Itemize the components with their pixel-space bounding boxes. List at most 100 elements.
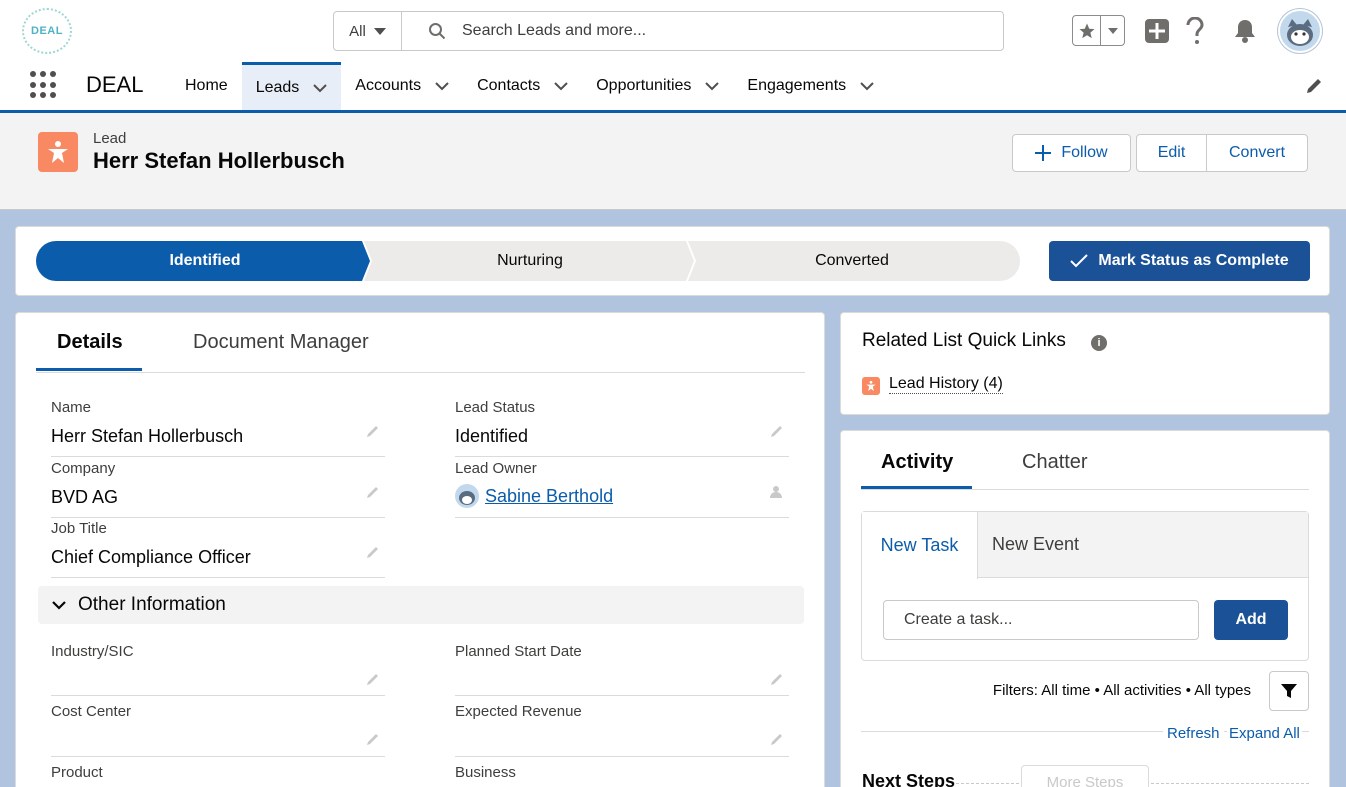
field-label: Cost Center bbox=[51, 703, 132, 720]
convert-button[interactable]: Convert bbox=[1206, 134, 1308, 172]
field-label: Business bbox=[455, 764, 516, 781]
field-business: Business bbox=[455, 764, 789, 787]
tab-new-event[interactable]: New Event bbox=[992, 534, 1079, 555]
field-company: Company BVD AG bbox=[51, 460, 385, 518]
record-title: Herr Stefan Hollerbusch bbox=[93, 148, 345, 173]
favorites-button[interactable] bbox=[1072, 15, 1125, 46]
add-task-button[interactable]: Add bbox=[1214, 600, 1288, 640]
help-icon[interactable] bbox=[1180, 15, 1210, 47]
nav-tab-home[interactable]: Home bbox=[171, 62, 242, 110]
lead-history-link[interactable]: Lead History (4) bbox=[889, 375, 1003, 394]
details-card: Details Document Manager Name Herr Stefa… bbox=[15, 312, 825, 787]
tab-document-manager[interactable]: Document Manager bbox=[193, 331, 369, 354]
edit-pencil-icon[interactable] bbox=[365, 671, 381, 687]
change-owner-icon[interactable] bbox=[769, 484, 785, 500]
user-avatar[interactable] bbox=[1278, 9, 1322, 53]
refresh-link[interactable]: Refresh bbox=[1163, 725, 1224, 742]
search-scope-dropdown[interactable]: All bbox=[334, 12, 402, 50]
activity-card: Activity Chatter New Task New Event Add … bbox=[840, 430, 1330, 787]
activity-composer: New Task New Event Add bbox=[861, 511, 1309, 661]
edit-pencil-icon[interactable] bbox=[769, 671, 785, 687]
nav-tab-leads[interactable]: Leads bbox=[241, 62, 342, 110]
edit-pencil-icon[interactable] bbox=[769, 731, 785, 747]
nav-tab-label: Contacts bbox=[477, 77, 541, 94]
status-path-card: Identified Nurturing Converted Mark Stat… bbox=[15, 226, 1330, 296]
chevron-down-icon[interactable] bbox=[313, 81, 327, 95]
tab-new-task[interactable]: New Task bbox=[862, 512, 978, 579]
notifications-bell-icon[interactable] bbox=[1230, 15, 1260, 47]
edit-pencil-icon[interactable] bbox=[365, 423, 381, 439]
tab-chatter[interactable]: Chatter bbox=[1022, 451, 1088, 474]
edit-pencil-icon[interactable] bbox=[365, 731, 381, 747]
lead-icon bbox=[38, 132, 78, 172]
chevron-down-icon[interactable] bbox=[705, 79, 720, 93]
field-label: Lead Status bbox=[455, 399, 536, 416]
app-launcher-icon[interactable] bbox=[30, 71, 58, 99]
chevron-down-icon[interactable] bbox=[860, 79, 874, 93]
app-name: DEAL bbox=[86, 72, 144, 97]
field-label: Name bbox=[51, 399, 92, 416]
field-expected-revenue: Expected Revenue bbox=[455, 703, 789, 757]
search-icon bbox=[429, 23, 446, 40]
app-logo[interactable]: DEAL bbox=[22, 8, 72, 54]
create-task-input[interactable] bbox=[883, 600, 1199, 640]
filter-button[interactable] bbox=[1269, 671, 1309, 711]
nav-tab-label: Engagements bbox=[747, 77, 847, 94]
mark-status-label: Mark Status as Complete bbox=[1098, 252, 1289, 269]
nav-tab-contacts[interactable]: Contacts bbox=[463, 62, 582, 110]
path-stage-nurturing[interactable]: Nurturing bbox=[374, 241, 686, 281]
active-tab-indicator bbox=[861, 486, 972, 489]
nav-tab-engagements[interactable]: Engagements bbox=[733, 62, 888, 110]
path-stage-converted[interactable]: Converted bbox=[696, 241, 1008, 281]
edit-pencil-icon[interactable] bbox=[769, 423, 785, 439]
plus-icon bbox=[1035, 145, 1052, 161]
tab-activity[interactable]: Activity bbox=[881, 451, 953, 474]
star-icon[interactable] bbox=[1073, 16, 1101, 45]
more-steps-button[interactable]: More Steps bbox=[1021, 765, 1149, 787]
field-value: Herr Stefan Hollerbusch bbox=[51, 426, 244, 446]
section-title: Other Information bbox=[78, 594, 226, 615]
field-value-wrap: Sabine Berthold bbox=[455, 484, 613, 508]
path-stage-identified[interactable]: Identified bbox=[36, 241, 374, 281]
field-label: Job Title bbox=[51, 520, 107, 537]
search-input[interactable] bbox=[462, 22, 962, 40]
favorites-menu-icon[interactable] bbox=[1101, 16, 1124, 45]
chevron-down-icon[interactable] bbox=[435, 79, 449, 93]
related-list-quick-links-card: Related List Quick Links i Lead History … bbox=[840, 312, 1330, 415]
check-icon bbox=[1070, 254, 1089, 268]
edit-pencil-icon[interactable] bbox=[365, 544, 381, 560]
info-icon[interactable]: i bbox=[1091, 335, 1107, 351]
expand-all-link[interactable]: Expand All bbox=[1227, 725, 1302, 742]
filter-icon bbox=[1281, 684, 1297, 698]
field-value: BVD AG bbox=[51, 487, 119, 507]
edit-nav-pencil-icon[interactable] bbox=[1304, 76, 1324, 96]
global-actions-add-icon[interactable] bbox=[1142, 15, 1172, 47]
follow-button[interactable]: Follow bbox=[1012, 134, 1131, 172]
lead-history-icon bbox=[862, 377, 880, 395]
field-industry-sic: Industry/SIC bbox=[51, 643, 385, 696]
nav-tab-accounts[interactable]: Accounts bbox=[341, 62, 463, 110]
tab-details[interactable]: Details bbox=[57, 331, 123, 354]
status-path: Identified Nurturing Converted bbox=[36, 241, 1020, 281]
edit-button[interactable]: Edit bbox=[1136, 134, 1207, 172]
nav-tab-opportunities[interactable]: Opportunities bbox=[582, 62, 733, 110]
section-other-information[interactable]: Other Information bbox=[38, 586, 804, 624]
search-scope-label: All bbox=[349, 22, 366, 40]
field-name: Name Herr Stefan Hollerbusch bbox=[51, 399, 385, 457]
global-search: All bbox=[333, 11, 1004, 51]
field-lead-status: Lead Status Identified bbox=[455, 399, 789, 457]
quick-links-title: Related List Quick Links bbox=[862, 330, 1066, 351]
chevron-down-icon[interactable] bbox=[554, 79, 568, 93]
nav-tab-label: Leads bbox=[255, 78, 300, 96]
edit-pencil-icon[interactable] bbox=[365, 484, 381, 500]
composer-tabs: New Task New Event bbox=[862, 512, 1308, 579]
mark-status-complete-button[interactable]: Mark Status as Complete bbox=[1049, 241, 1310, 281]
global-header: DEAL All bbox=[0, 0, 1346, 62]
field-value: Identified bbox=[455, 426, 529, 446]
logo-text: DEAL bbox=[31, 25, 63, 37]
nav-tab-label: Home bbox=[185, 77, 228, 94]
field-label: Company bbox=[51, 460, 116, 477]
lead-owner-link[interactable]: Sabine Berthold bbox=[485, 486, 613, 507]
field-product: Product bbox=[51, 764, 385, 787]
activity-tabs: Activity Chatter bbox=[861, 431, 1309, 490]
